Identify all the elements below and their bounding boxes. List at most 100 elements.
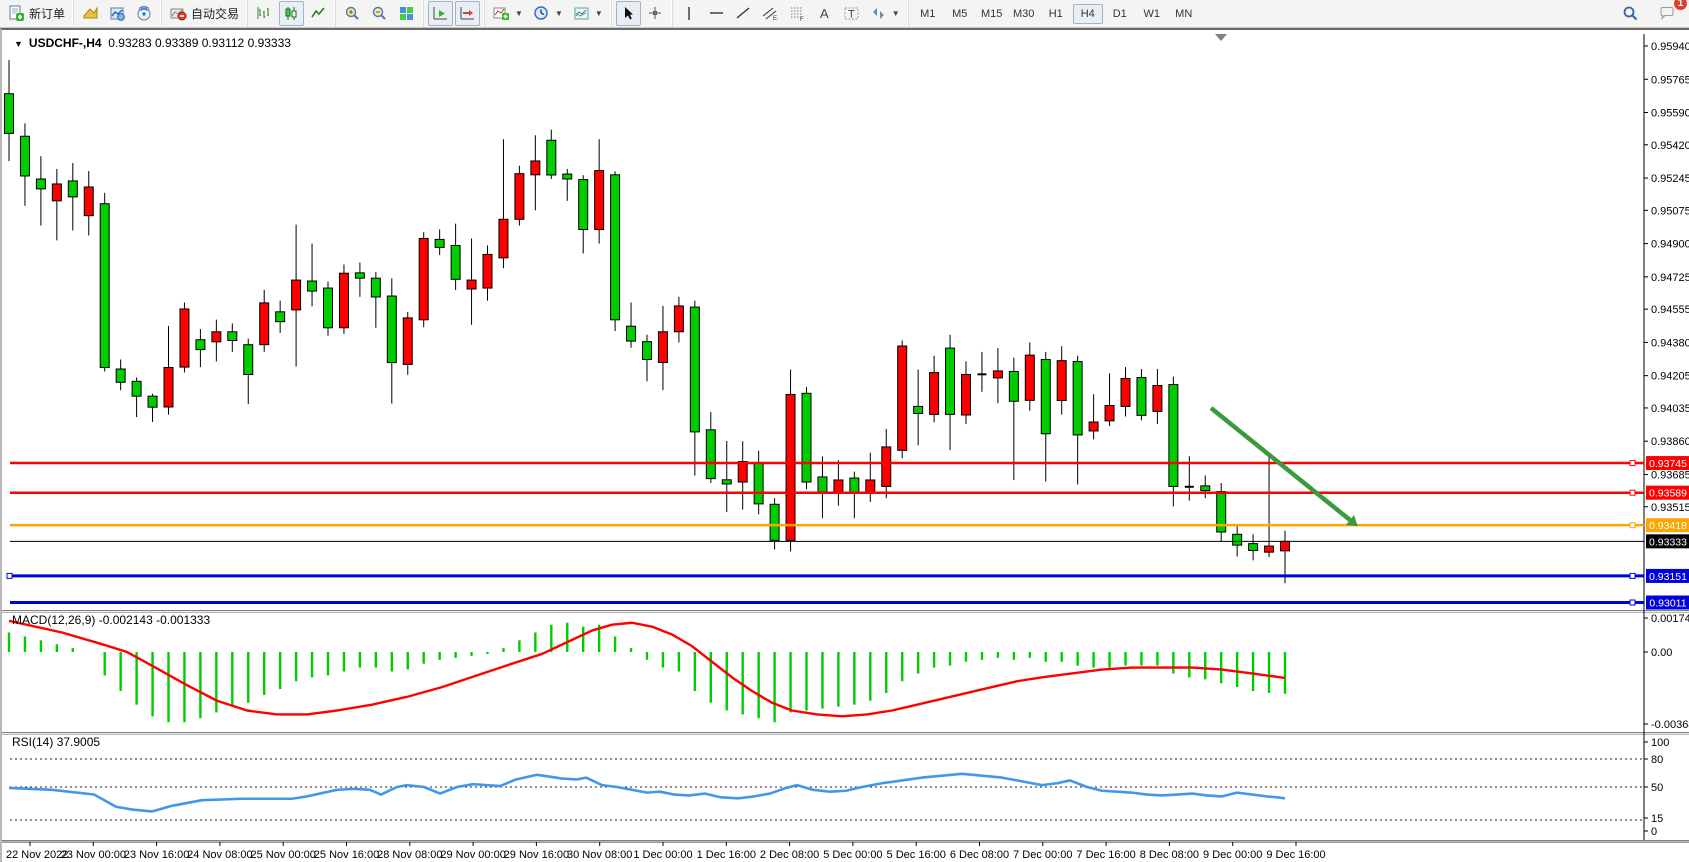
zoom-in-button[interactable] xyxy=(340,1,365,26)
bear-candle xyxy=(946,348,955,414)
new-order-button[interactable]: 新订单 xyxy=(4,1,69,26)
market-watch-button[interactable] xyxy=(105,1,130,26)
timeframe-button-h4[interactable]: H4 xyxy=(1073,4,1103,24)
auto-trading-icon xyxy=(170,5,187,22)
timeframe-button-m5[interactable]: M5 xyxy=(945,4,975,24)
chart-title: ▼USDCHF-,H4 0.93283 0.93389 0.93112 0.93… xyxy=(14,36,291,50)
price-axis[interactable]: 0.959400.957650.955900.954200.952450.950… xyxy=(1644,41,1689,514)
bar-chart-icon xyxy=(256,5,273,22)
line-chart-button[interactable] xyxy=(306,1,331,26)
hline-anchor[interactable] xyxy=(1630,573,1635,578)
cursor-button[interactable] xyxy=(616,1,641,26)
templates-button[interactable]: ▼ xyxy=(569,1,607,26)
hline-anchor[interactable] xyxy=(1630,490,1635,495)
timeframe-button-mn[interactable]: MN xyxy=(1169,4,1199,24)
notifications-button[interactable]: 1 xyxy=(1655,1,1680,26)
mt4-application-window: 新订单 自动交易 ▼ ▼ ▼ EFAT ▼ M1M5M15M30H1H4D1W1MN 1 0.9… xyxy=(0,0,1689,862)
bear-candle xyxy=(850,478,859,492)
chart-canvas[interactable]: 0.959400.957650.955900.954200.952450.950… xyxy=(2,30,1689,862)
hline-price-badge-text: 0.93333 xyxy=(1649,536,1687,548)
template-icon xyxy=(573,5,590,22)
bull-candle xyxy=(674,306,683,332)
text-button[interactable]: A xyxy=(812,1,837,26)
fibonacci-icon: F xyxy=(789,5,806,22)
signals-button[interactable] xyxy=(132,1,157,26)
periods-button[interactable]: ▼ xyxy=(529,1,567,26)
macd-indicator-label: MACD(12,26,9) -0.002143 -0.001333 xyxy=(12,613,210,627)
auto-scroll-button[interactable] xyxy=(428,1,453,26)
bear-candle xyxy=(148,396,157,407)
zoom-out-button[interactable] xyxy=(367,1,392,26)
dropdown-caret-icon[interactable]: ▼ xyxy=(595,9,603,18)
chart-window[interactable]: 0.959400.957650.955900.954200.952450.950… xyxy=(0,28,1689,862)
chart-shift-button[interactable] xyxy=(455,1,480,26)
time-tick-label: 5 Dec 16:00 xyxy=(887,849,946,861)
timeframe-button-m1[interactable]: M1 xyxy=(913,4,943,24)
timeframe-toolbar: M1M5M15M30H1H4D1W1MN xyxy=(908,0,1203,27)
bull-candle xyxy=(882,447,891,487)
crosshair-button[interactable] xyxy=(643,1,668,26)
price-tick-label: 0.95075 xyxy=(1651,205,1689,217)
bull-candle xyxy=(1025,355,1034,400)
hline-anchor[interactable] xyxy=(1630,523,1635,528)
timeframe-button-d1[interactable]: D1 xyxy=(1105,4,1135,24)
text-icon: A xyxy=(816,5,833,22)
bull-candle xyxy=(515,174,524,220)
bear-candle xyxy=(547,140,556,175)
time-tick-label: 1 Dec 00:00 xyxy=(633,849,692,861)
candlestick-chart-button[interactable] xyxy=(279,1,304,26)
bear-candle xyxy=(914,406,923,413)
crosshair-icon xyxy=(647,5,664,22)
auto-trading-button[interactable]: 自动交易 xyxy=(166,1,243,26)
bull-candle xyxy=(1121,379,1130,407)
bear-candle xyxy=(722,480,731,484)
timeframe-button-m15[interactable]: M15 xyxy=(977,4,1007,24)
market-watch-icon xyxy=(109,5,126,22)
bull-candle xyxy=(483,254,492,288)
price-tick-label: 0.94380 xyxy=(1651,337,1689,349)
indicators-button[interactable]: ▼ xyxy=(489,1,527,26)
ohlc-open: 0.93283 xyxy=(108,36,151,50)
timeframe-button-h1[interactable]: H1 xyxy=(1041,4,1071,24)
dropdown-caret-icon[interactable]: ▼ xyxy=(892,9,900,18)
one-click-collapse-icon[interactable]: ▼ xyxy=(14,39,23,49)
hline-anchor[interactable] xyxy=(1630,461,1635,466)
bear-candle xyxy=(228,332,237,341)
horizontal-line-button[interactable] xyxy=(704,1,729,26)
dropdown-caret-icon[interactable]: ▼ xyxy=(555,9,563,18)
shapes-button[interactable]: ▼ xyxy=(866,1,904,26)
notification-badge: 1 xyxy=(1674,0,1687,10)
profiles-button[interactable] xyxy=(78,1,103,26)
bear-candle xyxy=(308,281,317,291)
price-tick-label: 0.95590 xyxy=(1651,108,1689,120)
horizontal-line-icon xyxy=(708,5,725,22)
bear-candle xyxy=(706,430,715,479)
search-button[interactable] xyxy=(1618,1,1643,26)
channel-button[interactable]: E xyxy=(758,1,783,26)
vertical-line-button[interactable] xyxy=(677,1,702,26)
chart-background[interactable] xyxy=(2,30,1689,862)
toolbar-group: ▼ ▼ ▼ xyxy=(484,0,611,27)
bull-candle xyxy=(930,373,939,415)
bull-candle xyxy=(898,346,907,450)
time-tick-label: 22 Nov 2022 xyxy=(6,849,68,861)
price-tick-label: 0.93515 xyxy=(1651,502,1689,514)
bear-candle xyxy=(276,312,285,322)
tile-windows-button[interactable] xyxy=(394,1,419,26)
timeframe-button-w1[interactable]: W1 xyxy=(1137,4,1167,24)
fibonacci-button[interactable]: F xyxy=(785,1,810,26)
hline-left-anchor[interactable] xyxy=(7,573,12,578)
hline-anchor[interactable] xyxy=(1630,600,1635,605)
time-tick-label: 29 Nov 00:00 xyxy=(440,849,505,861)
main-toolbar: 新订单 自动交易 ▼ ▼ ▼ EFAT ▼ M1M5M15M30H1H4D1W1MN 1 xyxy=(0,0,1689,28)
label-button[interactable]: T xyxy=(839,1,864,26)
dropdown-caret-icon[interactable]: ▼ xyxy=(515,9,523,18)
trendline-button[interactable] xyxy=(731,1,756,26)
line-chart-icon xyxy=(310,5,327,22)
price-tick-label: 0.94555 xyxy=(1651,304,1689,316)
bear-candle xyxy=(68,181,77,197)
ohlc-close: 0.93333 xyxy=(248,36,291,50)
hline-price-badge-text: 0.93589 xyxy=(1649,488,1687,500)
bar-chart-button[interactable] xyxy=(252,1,277,26)
timeframe-button-m30[interactable]: M30 xyxy=(1009,4,1039,24)
